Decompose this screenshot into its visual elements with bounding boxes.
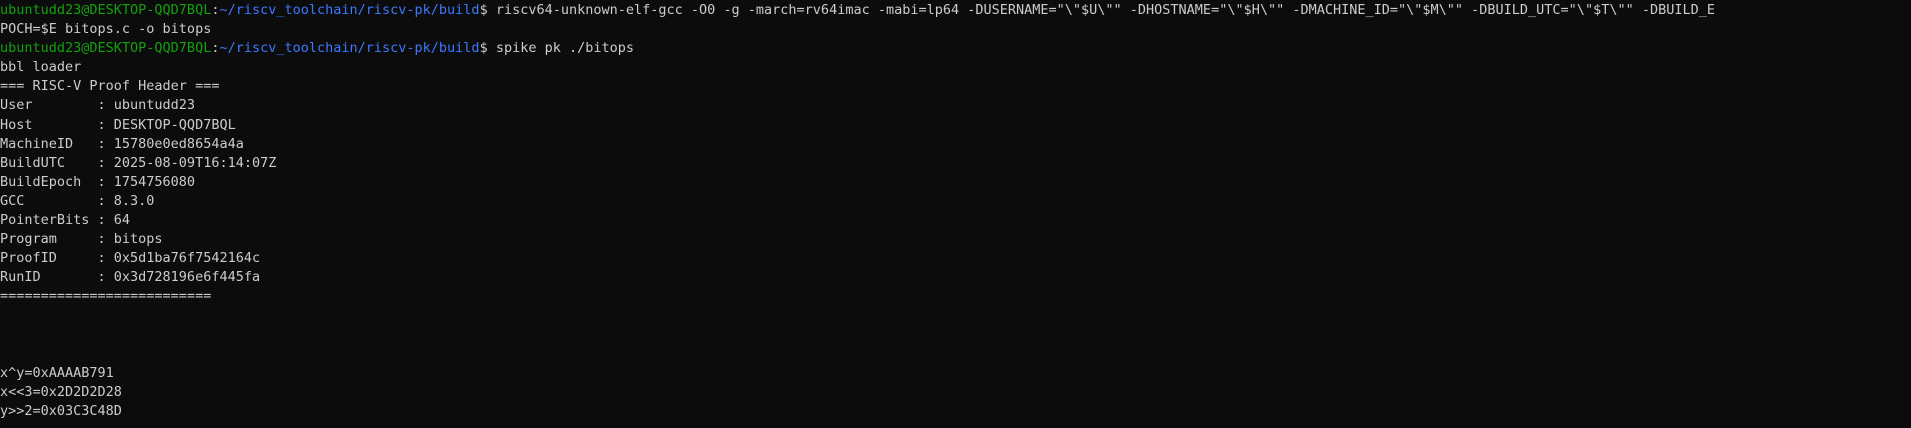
prompt-userhost: ubuntudd23@DESKTOP-QQD7BQL [0,2,212,18]
output-blank-line [0,345,1911,364]
output-field-user: User : ubuntudd23 [0,97,196,114]
output-field-buildepoch: BuildEpoch : 1754756080 [0,173,196,190]
output-header-title: === RISC-V Proof Header === [0,78,220,95]
output-field-proofid: ProofID : 0x5d1ba76f7542164c [0,250,261,267]
output-blank-line [0,307,1911,326]
command-line-compile-wrap: POCH=$E bitops.c -o bitops [0,20,1911,39]
output-field-gcc: GCC : 8.3.0 [0,192,155,209]
output-field-pointerbits: PointerBits : 64 [0,212,131,229]
terminal-window[interactable]: ubuntudd23@DESKTOP-QQD7BQL:~/riscv_toolc… [0,0,1911,428]
prompt-cwd: ~/riscv_toolchain/riscv-pk/build [219,2,480,18]
output-loader: bbl loader [0,59,82,76]
prompt-dollar: $ [479,40,496,57]
command-line-compile: ubuntudd23@DESKTOP-QQD7BQL:~/riscv_toolc… [0,1,1911,20]
output-header-footer: ========================== [0,288,212,305]
output-field-machineid: MachineID : 15780e0ed8654a4a [0,135,244,152]
prompt-userhost: ubuntudd23@DESKTOP-QQD7BQL [0,40,212,57]
output-result-shl: x<<3=0x2D2D2D28 [0,383,122,400]
output-field-host: Host : DESKTOP-QQD7BQL [0,116,236,133]
output-field-runid: RunID : 0x3d728196e6f445fa [0,269,261,286]
output-field-program: Program : bitops [0,231,163,248]
output-blank-line [0,326,1911,345]
compile-command: riscv64-unknown-elf-gcc -O0 -g -march=rv… [495,2,1715,18]
output-result-shr: y>>2=0x03C3C48D [0,402,122,419]
prompt-dollar: $ [479,2,496,18]
command-line-run: ubuntudd23@DESKTOP-QQD7BQL:~/riscv_toolc… [0,39,1911,58]
output-result-xor: x^y=0xAAAAB791 [0,364,114,381]
run-command: spike pk ./bitops [495,40,634,57]
output-field-buildutc: BuildUTC : 2025-08-09T16:14:07Z [0,154,277,171]
compile-command-continued: POCH=$E bitops.c -o bitops [0,21,212,38]
prompt-cwd: ~/riscv_toolchain/riscv-pk/build [219,40,480,57]
